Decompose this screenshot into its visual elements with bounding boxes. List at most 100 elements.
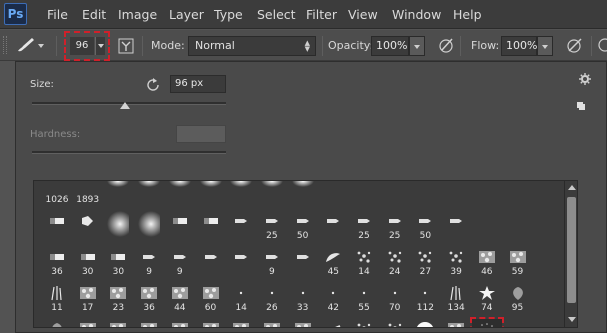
brush-preset[interactable]: 9 [134,247,164,277]
menu-edit[interactable]: Edit [82,0,106,29]
brush-preset[interactable] [103,211,133,241]
brush-preset-picker[interactable]: 96 [64,31,110,61]
size-slider-thumb[interactable] [120,102,131,109]
brush-preset[interactable] [226,211,256,241]
size-field[interactable]: 96 px [170,75,226,93]
brush-preset[interactable]: 25 [257,211,287,241]
gear-icon[interactable] [579,73,591,85]
brush-preset[interactable]: 112 [410,283,440,313]
brush-preset[interactable] [165,211,195,241]
brush-preset[interactable]: 33 [288,283,318,313]
brush-preset[interactable]: 63 [288,319,318,327]
brush-preset[interactable]: 33 [165,319,195,327]
brush-preset[interactable]: 55 [410,319,440,327]
brush-preset[interactable]: 30 [73,247,103,277]
reset-size-icon[interactable] [146,77,160,91]
brush-preset-dropdown[interactable] [95,37,105,55]
brush-preset[interactable] [441,211,471,241]
menu-image[interactable]: Image [118,0,157,29]
size-slider[interactable] [32,102,226,109]
brush-preset[interactable]: 24 [380,247,410,277]
brush-preset[interactable]: 95 [503,283,533,313]
pressure-opacity-icon[interactable] [437,36,455,54]
brush-preset[interactable] [165,181,195,205]
brush-preset[interactable]: 36 [103,319,133,327]
opacity-dropdown-button[interactable] [409,36,425,56]
brush-preset[interactable]: 27 [410,247,440,277]
new-preset-icon[interactable] [576,101,586,111]
scroll-down-icon[interactable] [568,317,576,322]
brush-preset[interactable]: 17 [73,283,103,313]
brush-preset[interactable] [196,247,226,277]
brush-preset[interactable]: 25 [380,211,410,241]
mode-select[interactable]: Normal ▲ ▼ [188,36,316,56]
brush-panel-toggle-icon[interactable] [117,37,135,55]
flow-field[interactable]: 100% [501,36,537,56]
brush-preset[interactable]: 36 [134,319,164,327]
brush-preset[interactable]: 50 [410,211,440,241]
scroll-up-icon[interactable] [568,185,576,190]
brush-preset[interactable]: 45 [318,247,348,277]
brush-preset[interactable]: 46 [472,247,502,277]
brush-preset[interactable] [134,181,164,205]
brush-preset[interactable]: 14 [226,283,256,313]
menu-type[interactable]: Type [214,0,243,29]
brush-preset[interactable]: 39 [441,247,471,277]
brush-preset[interactable]: 32 [380,319,410,327]
flow-dropdown-button[interactable] [537,36,553,56]
brush-preset[interactable]: 14 [349,247,379,277]
brush-preset[interactable]: 36 [42,247,72,277]
brush-preset[interactable]: 63 [196,319,226,327]
brush-preset[interactable]: 25 [349,211,379,241]
brush-preset[interactable]: 42 [318,283,348,313]
opacity-field[interactable]: 100% [371,36,409,56]
brush-preset[interactable]: 60 [196,283,226,313]
brush-preset[interactable] [318,211,348,241]
presets-scrollbar[interactable] [564,181,577,327]
brush-preset[interactable]: 90 [73,319,103,327]
brush-preset[interactable]: 96 [469,317,504,327]
brush-preset[interactable]: 55 [349,283,379,313]
menu-help[interactable]: Help [453,0,482,29]
airbrush-icon[interactable] [564,36,582,54]
brush-preset[interactable]: 59 [503,247,533,277]
scroll-thumb[interactable] [567,197,576,303]
brush-preset[interactable]: 1026 [42,181,72,205]
menu-layer[interactable]: Layer [169,0,204,29]
brush-preset[interactable]: 9 [165,247,195,277]
brush-preset[interactable] [134,211,164,241]
menu-filter[interactable]: Filter [306,0,337,29]
brush-preset[interactable]: 95 [42,319,72,327]
brush-preset[interactable]: 26 [257,283,287,313]
brush-preset[interactable]: 74 [472,283,502,313]
brush-preset[interactable] [257,181,287,205]
brush-preset[interactable]: 66 [226,319,256,327]
brush-preset[interactable] [196,181,226,205]
brush-preset[interactable]: 11 [318,319,348,327]
brush-preset[interactable]: 50 [288,211,318,241]
menu-view[interactable]: View [348,0,378,29]
brush-preset[interactable]: 134 [441,283,471,313]
brush-preset[interactable]: 39 [257,319,287,327]
brush-preset[interactable]: 36 [134,283,164,313]
brush-preset[interactable] [226,181,256,205]
brush-preset[interactable]: 1893 [73,181,103,205]
brush-preset[interactable]: 48 [349,319,379,327]
brush-preset[interactable]: 30 [103,247,133,277]
brush-preset[interactable]: 100 [441,319,471,327]
brush-preset[interactable] [103,181,133,205]
brush-preset[interactable]: 11 [42,283,72,313]
menu-window[interactable]: Window [392,0,441,29]
brush-preset[interactable] [288,247,318,277]
brush-preset[interactable]: 23 [103,283,133,313]
menu-select[interactable]: Select [257,0,296,29]
brush-preset[interactable] [196,211,226,241]
pressure-size-icon[interactable] [597,36,607,54]
brush-preset[interactable] [226,247,256,277]
brush-preset[interactable] [288,181,318,205]
brush-preset[interactable] [73,211,103,241]
brush-preset[interactable]: 70 [380,283,410,313]
brush-tool-preset-picker[interactable] [14,35,44,55]
brush-preset[interactable]: 9 [257,247,287,277]
menu-file[interactable]: File [47,0,68,29]
